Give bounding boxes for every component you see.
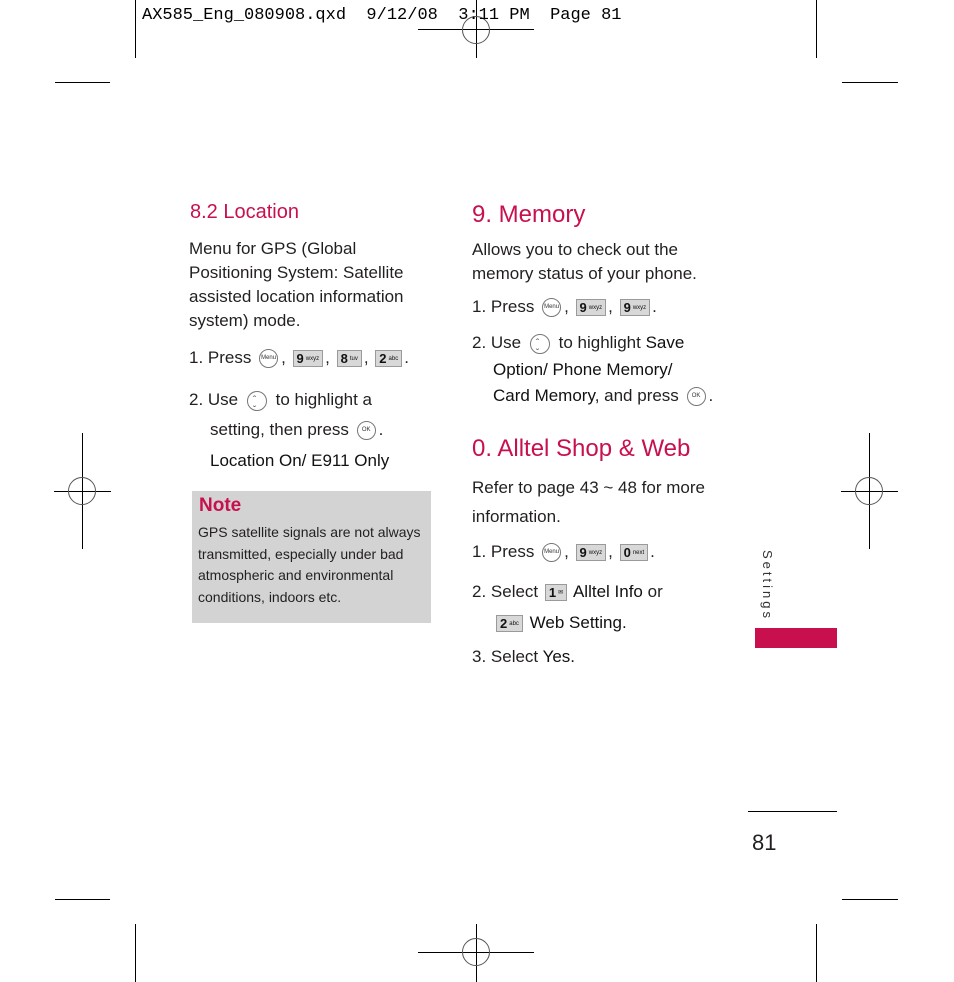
key-9-icon: 9 wxyz (575, 299, 607, 317)
key-2-icon: 2 abc (375, 350, 403, 368)
crop-mark (842, 899, 898, 900)
section-title-location: 8.2 Location (190, 201, 299, 223)
memory-step-2-cont: Card Memory, and press OK. (493, 386, 714, 407)
footer-rule (748, 811, 837, 812)
memory-step-2: 2. Use to highlight Save (472, 331, 684, 366)
menu-key-icon: Menu (259, 349, 279, 369)
location-options: Location On/ E911 Only (210, 451, 390, 470)
registration-circle-icon (68, 477, 96, 505)
crop-mark (135, 924, 136, 982)
shop-step-1: 1. Press Menu, 9 wxyz, 0 next. (472, 542, 655, 563)
crop-mark (816, 0, 817, 58)
navigation-key-icon (246, 389, 267, 423)
registration-circle-icon (462, 938, 490, 966)
shop-intro-line-2: information. (472, 507, 561, 526)
side-tab-label: Settings (760, 550, 775, 621)
memory-step-2-options: Option/ Phone Memory/ (493, 360, 673, 379)
crop-mark (816, 924, 817, 982)
crop-mark (55, 82, 110, 83)
section-title-shop: 0. Alltel Shop & Web (472, 435, 691, 462)
note-title: Note (199, 495, 242, 516)
key-9-icon: 9 wxyz (292, 350, 324, 368)
registration-circle-icon (855, 477, 883, 505)
ok-key-icon: OK (356, 421, 376, 441)
key-9-icon: 9 wxyz (575, 544, 607, 562)
memory-step-1: 1. Press Menu, 9 wxyz, 9 wxyz. (472, 297, 657, 318)
section-title-memory: 9. Memory (472, 201, 586, 228)
key-1-icon: 1 ✉ (544, 584, 568, 602)
crop-mark (135, 0, 136, 58)
key-0-icon: 0 next (619, 544, 649, 562)
ok-key-icon: OK (686, 387, 706, 407)
key-9-icon: 9 wxyz (619, 299, 651, 317)
location-step-1: 1. Press Menu, 9 wxyz, 8 tuv, 2 abc. (189, 348, 409, 369)
shop-step-3: 3. Select Yes. (472, 647, 576, 666)
crop-mark (842, 82, 898, 83)
side-tab-marker (755, 628, 837, 648)
memory-intro: Allows you to check out the memory statu… (472, 240, 697, 283)
shop-step-2-cont: 2 abc Web Setting. (494, 611, 627, 635)
shop-intro-line-1: Refer to page 43 ~ 48 for more (472, 478, 705, 497)
menu-key-icon: Menu (542, 543, 562, 563)
menu-key-icon: Menu (542, 298, 562, 318)
note-text: GPS satellite signals are not always tra… (198, 524, 421, 605)
print-slug: AX585_Eng_080908.qxd 9/12/08 3:11 PM Pag… (142, 6, 622, 25)
shop-step-2: 2. Select 1 ✉ Alltel Info or (472, 582, 663, 602)
location-step-2-cont: setting, then press OK. (210, 420, 384, 441)
note-box: Note GPS satellite signals are not alway… (192, 491, 431, 623)
key-2-icon: 2 abc (496, 615, 523, 633)
location-intro: Menu for GPS (Global Positioning System:… (189, 239, 404, 330)
page-number: 81 (752, 830, 777, 855)
step-label: 1. Press (189, 348, 252, 367)
crop-mark (55, 899, 110, 900)
key-8-icon: 8 tuv (336, 350, 362, 368)
location-step-2: 2. Use to highlight a (189, 388, 372, 423)
navigation-key-icon (529, 332, 550, 366)
